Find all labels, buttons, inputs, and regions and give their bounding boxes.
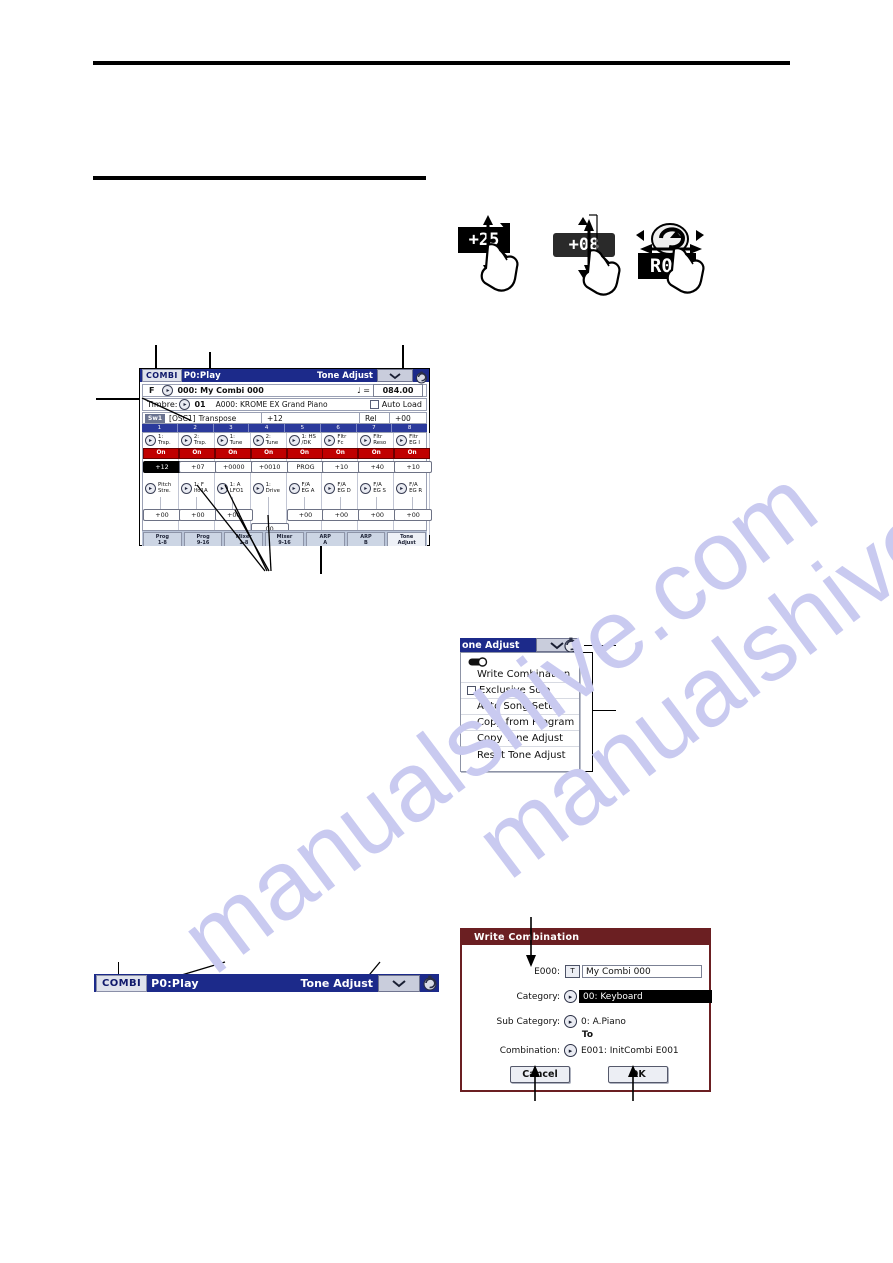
popup-menu-panel: Write Combination Exclusive Solo Auto Song… [460,652,580,772]
lcd-titlebar: COMBI P0:Play Tone Adjust [140,369,429,384]
knob-icon[interactable] [415,369,428,384]
menu-item-reset-tone-adjust[interactable]: Reset Tone Adjust [461,747,579,763]
callout-leaders [141,397,272,572]
slider-illustration: +25 [455,205,555,300]
watermark-text-2: manualshive.com [455,351,893,899]
combi-name: 000: My Combi 000 [177,386,264,395]
popup-title-bar: one Adjust [460,638,538,652]
callout-line-page [209,352,211,369]
tempo-note-icon: ♩ = [356,386,370,395]
menu-item-exclusive-solo[interactable]: Exclusive Solo [461,683,579,699]
menu-item-label: Exclusive Solo [479,685,551,696]
lcd-bottom-bar: COMBI P0:Play Tone Adjust [94,974,439,992]
knob-icon[interactable] [422,975,438,991]
tone-adjust-label: Tone Adjust [316,370,373,381]
menu-item-label: Copy from Program [477,717,575,728]
popup-menu-items: Write Combination Exclusive Solo Auto Song… [461,667,579,763]
callout-line-mode [155,345,157,369]
bottom-titlebar: COMBI P0:Play Tone Adjust [94,974,439,992]
header-rule [93,61,790,65]
chevron-down-icon[interactable] [377,369,413,382]
popup-items-bracket [582,652,593,772]
section-rule [93,176,426,180]
bottom-titlebar-right: Tone Adjust [300,974,439,992]
callout-line-menu [402,345,404,369]
bottom-page-title: P0:Play [151,976,199,990]
chevron-down-icon[interactable] [378,974,420,992]
menu-item-copy-from-program[interactable]: Copy from Program [461,715,579,731]
mode-button[interactable]: COMBI [142,369,182,382]
menu-item-label: Write Combination [477,669,571,680]
popup-callout-line [584,645,616,647]
dialog-callout-arrows [526,917,638,1101]
bottom-tone-adjust-label: Tone Adjust [300,976,373,990]
watermark-layer: manualshive.com manualshive.com [0,0,893,1263]
bank-label: F [149,386,155,395]
menu-item-label: Copy Tone Adjust [477,733,564,744]
menu-item-auto-song-setup[interactable]: Auto Song Setup [461,699,579,715]
dial-graphic [636,223,705,294]
popup-bracket-leader [592,710,616,712]
dial-illustration: R08 [630,205,740,300]
titlebar-right: Tone Adjust [316,369,429,384]
menu-item-checkbox[interactable] [467,686,476,695]
bottom-mode-button[interactable]: COMBI [96,974,148,992]
menu-item-label: Auto Song Setup [477,701,561,712]
page-title: P0:Play [183,370,221,381]
menu-item-label: Reset Tone Adjust [477,749,566,761]
menu-item-write-combination[interactable]: Write Combination [461,667,579,683]
slider-graphic [458,215,519,292]
menu-item-copy-tone-adjust[interactable]: Copy Tone Adjust [461,731,579,747]
